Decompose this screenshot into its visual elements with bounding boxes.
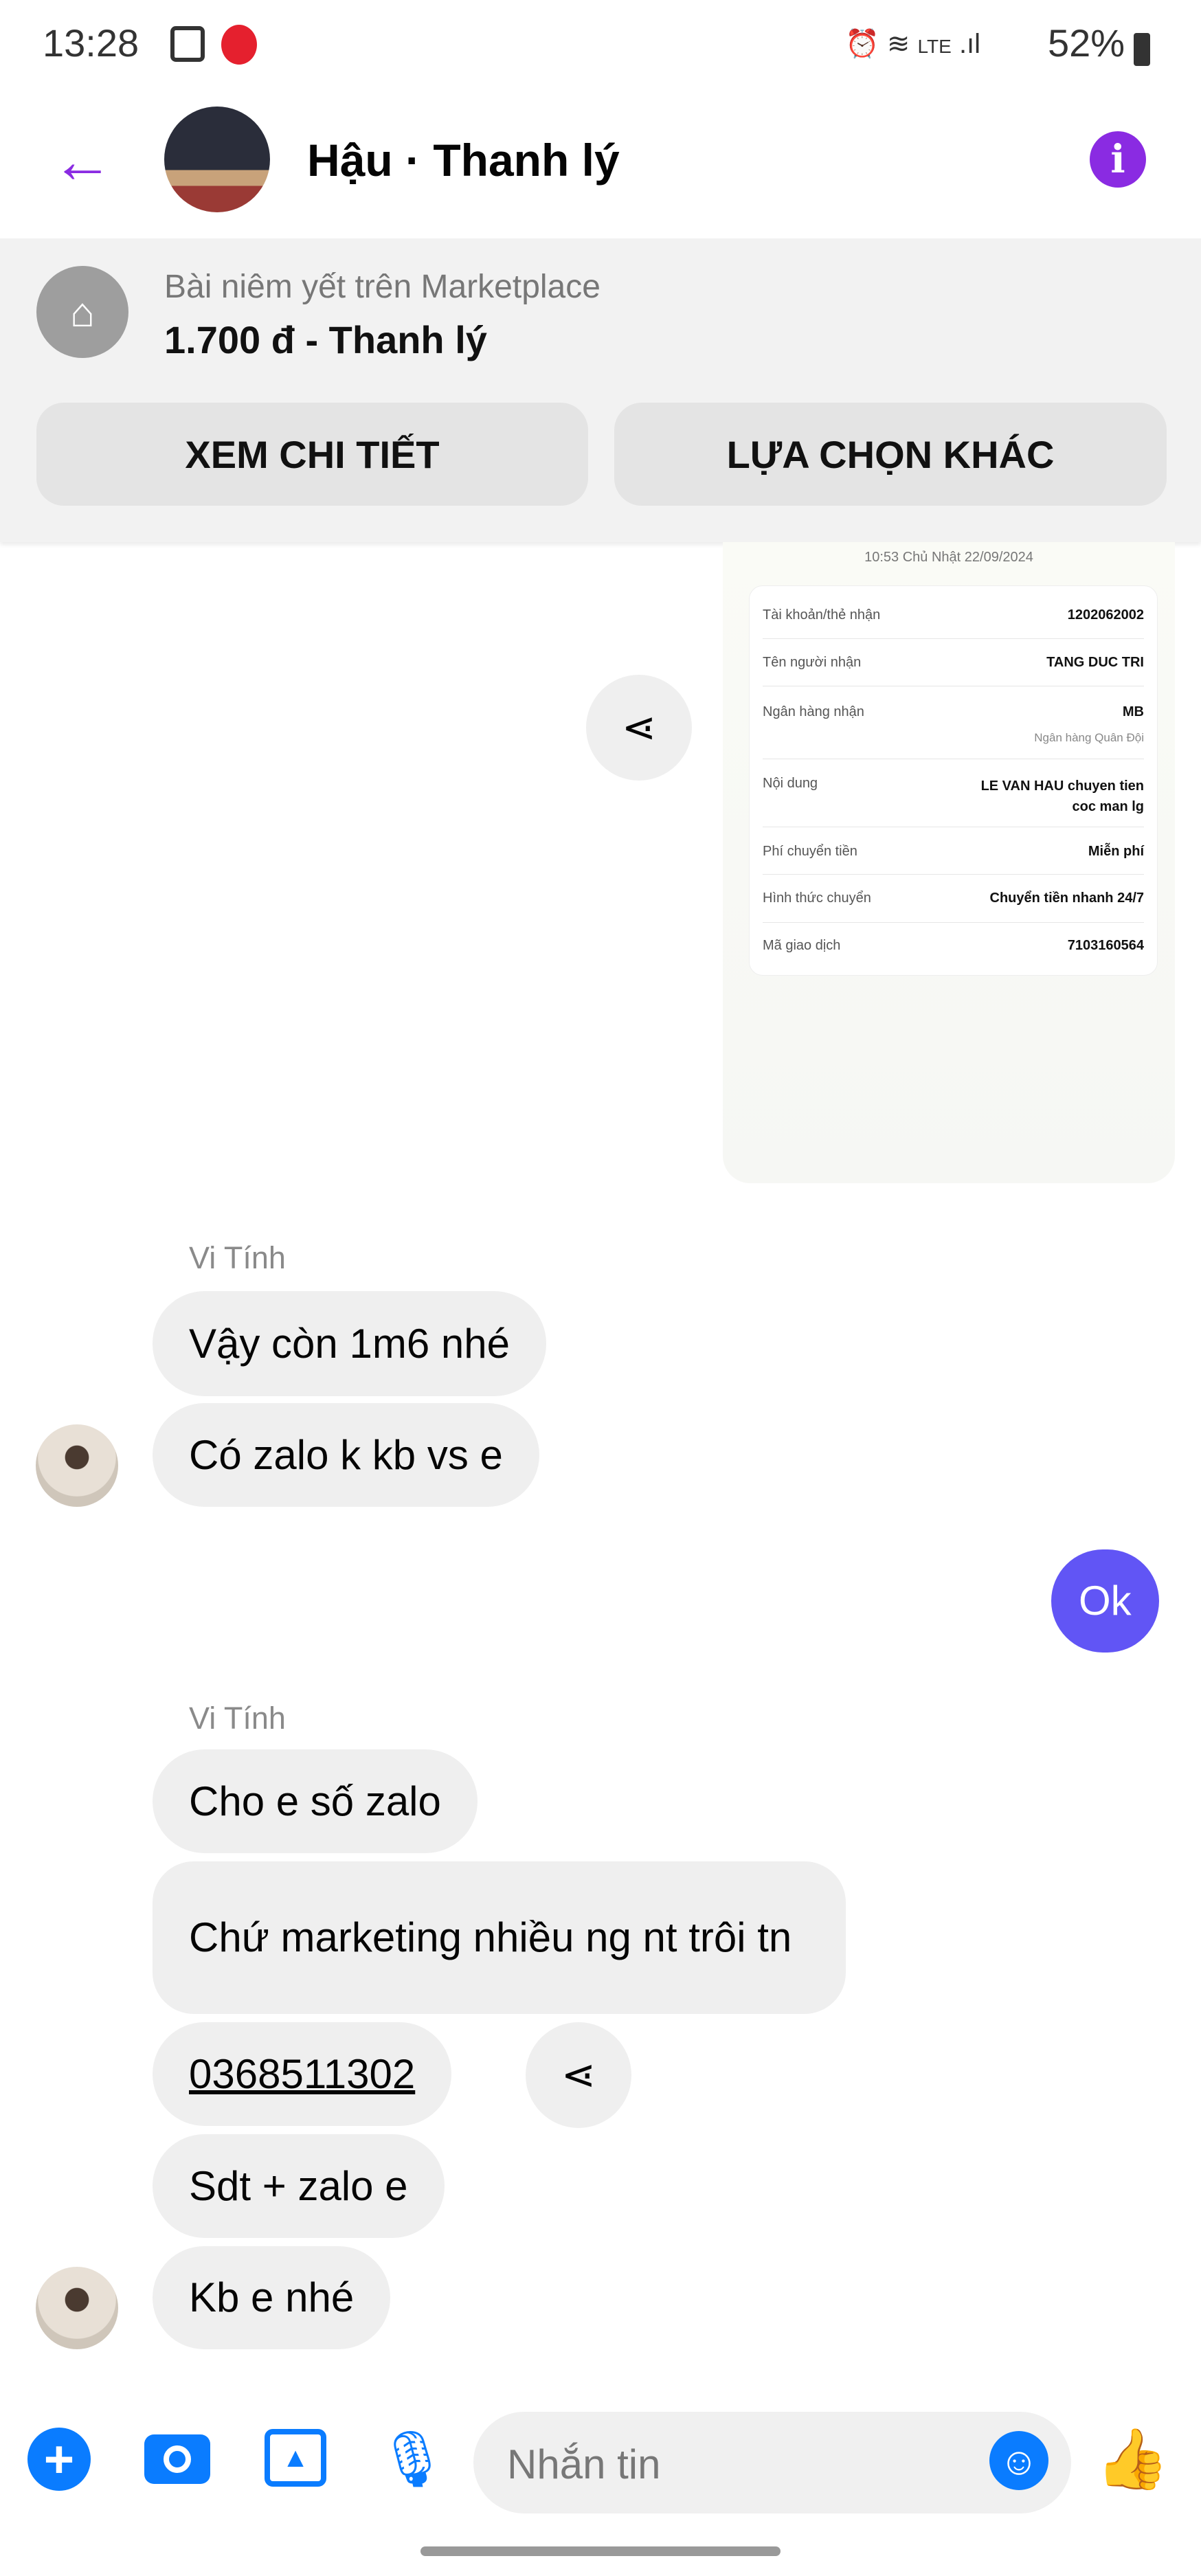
contact-avatar[interactable] [164, 107, 270, 212]
receipt-row: Nội dung LE VAN HAU chuyen tien coc man l… [763, 776, 1144, 817]
receipt-value: MB [1122, 704, 1144, 719]
info-icon[interactable]: i [1090, 131, 1146, 188]
like-icon[interactable]: 👍 [1095, 2424, 1169, 2493]
receipt-label: Ngân hàng nhận [763, 704, 864, 719]
divider [763, 922, 1144, 923]
sender-name: Vi Tính [189, 1701, 286, 1736]
my-message-bubble[interactable]: Ok [1051, 1549, 1159, 1653]
receipt-label: Nội dung [763, 776, 818, 791]
message-bubble[interactable]: Có zalo k kb vs e [153, 1403, 539, 1507]
network-label: LTE [917, 36, 952, 57]
receipt-row: Hình thức chuyển Chuyển tiền nhanh 24/7 [763, 891, 1144, 906]
listing-subtitle: Bài niêm yết trên Marketplace [164, 269, 600, 305]
recording-icon [221, 25, 257, 65]
view-details-button[interactable]: XEM CHI TIẾT [36, 403, 588, 506]
message-input-placeholder: Nhắn tin [507, 2441, 661, 2487]
phone-link-bubble[interactable]: 0368511302 [153, 2022, 452, 2126]
listing-title[interactable]: 1.700 đ - Thanh lý [164, 317, 487, 362]
share-icon: ⋖ [621, 704, 657, 750]
divider [763, 874, 1144, 875]
back-arrow-icon[interactable]: ← [48, 127, 117, 196]
emoji-icon[interactable]: ☺ [989, 2431, 1048, 2490]
receipt-label: Hình thức chuyển [763, 891, 871, 906]
receipt-row: Tài khoản/thẻ nhận 1202062002 [763, 607, 1144, 623]
microphone-icon[interactable]: 🎙 [377, 2426, 447, 2493]
battery-icon [1134, 33, 1150, 66]
sender-avatar[interactable] [36, 1424, 118, 1507]
receipt-row: Ngân hàng nhận MB [763, 704, 1144, 720]
receipt-value: Chuyển tiền nhanh 24/7 [989, 891, 1144, 906]
receipt-value: LE VAN HAU chuyen tien coc man lg [980, 779, 1144, 814]
home-indicator[interactable] [420, 2546, 781, 2556]
other-options-button[interactable]: LỰA CHỌN KHÁC [614, 403, 1167, 506]
image-icon[interactable]: ▲ [265, 2429, 326, 2487]
plus-icon[interactable]: + [27, 2428, 91, 2491]
receipt-label: Phí chuyển tiền [763, 844, 857, 859]
receipt-datetime: 10:53 Chủ Nhật 22/09/2024 [864, 550, 1033, 565]
divider [763, 638, 1144, 639]
bank-full-name: Ngân hàng Quân Đội [1034, 731, 1144, 744]
receipt-value: Miễn phí [1088, 844, 1144, 859]
gallery-icon [170, 26, 205, 62]
status-time: 13:28 [43, 21, 139, 65]
message-bubble[interactable]: Chứ marketing nhiều ng nt trôi tn [153, 1861, 846, 2014]
share-button[interactable]: ⋖ [526, 2022, 631, 2128]
sender-avatar[interactable] [36, 2267, 118, 2349]
receipt-value: 1202062002 [1067, 607, 1144, 623]
receipt-label: Tài khoản/thẻ nhận [763, 607, 881, 623]
sender-name: Vi Tính [189, 1240, 286, 1275]
camera-icon[interactable] [144, 2434, 210, 2484]
share-button[interactable]: ⋖ [586, 675, 692, 781]
message-bubble[interactable]: Vậy còn 1m6 nhé [153, 1291, 546, 1396]
receipt-value: 7103160564 [1067, 938, 1144, 953]
conversation-title[interactable]: Hậu · Thanh lý [307, 134, 620, 186]
network-icons: ⏰ ≋ LTE .ıl [845, 29, 981, 59]
message-bubble[interactable]: Cho e số zalo [153, 1749, 478, 1853]
store-icon: ⌂ [36, 266, 128, 358]
receipt-row: Mã giao dịch 7103160564 [763, 938, 1144, 954]
message-bubble[interactable]: Kb e nhé [153, 2246, 391, 2349]
receipt-label: Tên người nhận [763, 655, 862, 670]
battery-level: 52% [1048, 21, 1125, 65]
message-bubble[interactable]: Sdt + zalo e [153, 2134, 445, 2238]
receipt-row: Phí chuyển tiền Miễn phí [763, 844, 1144, 860]
receipt-label: Mã giao dịch [763, 938, 841, 953]
share-icon: ⋖ [561, 2052, 596, 2098]
receipt-row: Tên người nhận TANG DUC TRI [763, 655, 1144, 671]
receipt-value: TANG DUC TRI [1046, 655, 1144, 670]
